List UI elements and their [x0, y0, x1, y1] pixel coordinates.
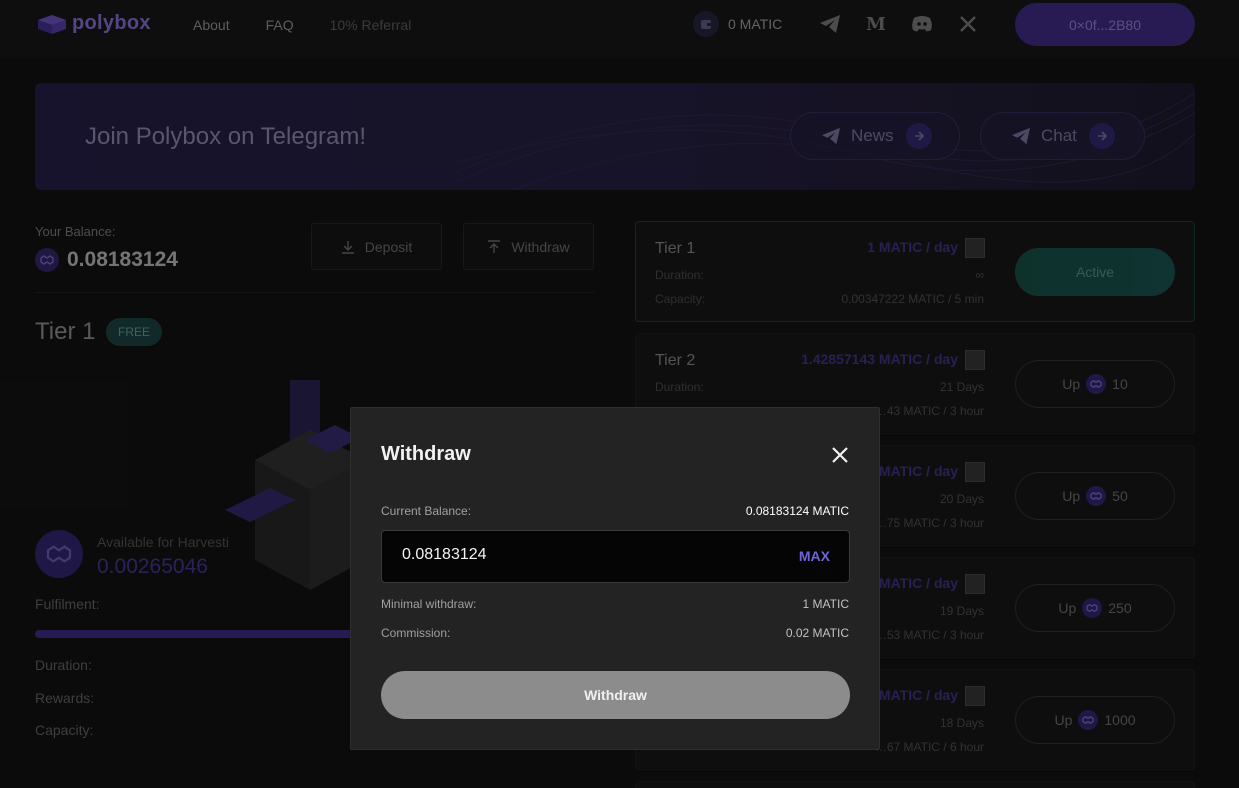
- withdraw-modal: Withdraw Current Balance: 0.08183124 MAT…: [350, 407, 880, 750]
- commission-label: Commission:: [381, 626, 451, 640]
- amount-input[interactable]: [402, 546, 762, 564]
- minimal-withdraw-label: Minimal withdraw:: [381, 597, 477, 611]
- max-button[interactable]: MAX: [799, 548, 830, 564]
- current-balance-label: Current Balance:: [381, 504, 472, 518]
- modal-title: Withdraw: [381, 443, 471, 465]
- withdraw-submit-button[interactable]: Withdraw: [381, 671, 850, 719]
- commission-value: 0.02 MATIC: [785, 626, 849, 640]
- minimal-withdraw-value: 1 MATIC: [802, 597, 849, 611]
- current-balance-value: 0.08183124 MATIC: [745, 504, 849, 518]
- close-icon[interactable]: [829, 444, 851, 466]
- amount-field[interactable]: MAX: [381, 530, 850, 583]
